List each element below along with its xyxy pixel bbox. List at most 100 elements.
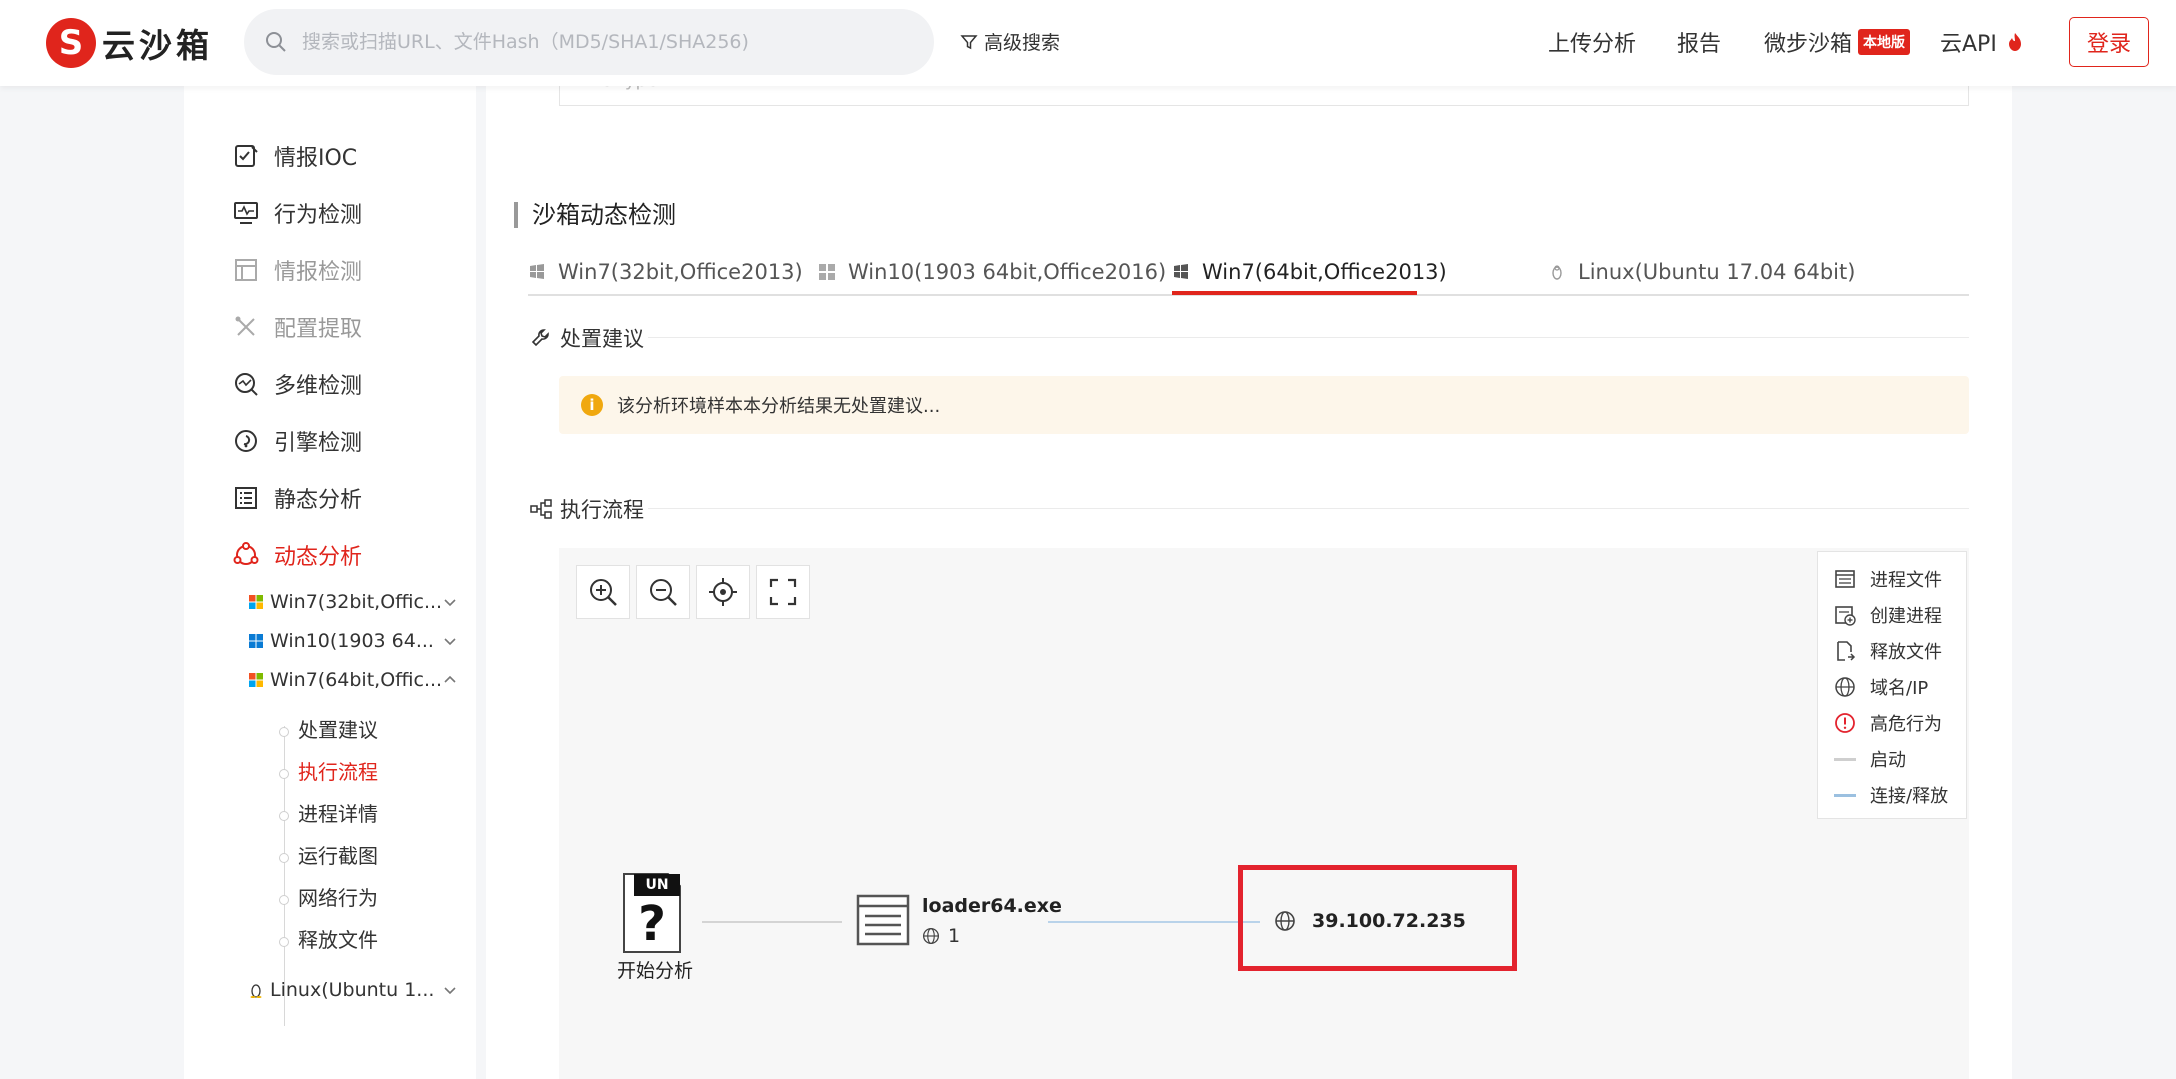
zoom-out-icon [650,579,677,606]
tree-dot [279,811,289,821]
legend-domain-ip: 域名/IP [1834,674,1928,700]
zoom-out-button[interactable] [636,565,690,619]
process-node-name[interactable]: loader64.exe [922,895,1062,917]
filter-icon [960,34,978,49]
sidebar-sub-screenshots[interactable]: 运行截图 [298,840,378,869]
legend-high-risk: 高危行为 [1834,710,1942,736]
sidebar-item-label: 情报检测 [274,260,363,285]
zoom-in-icon [590,579,617,606]
flame-icon [2008,33,2021,51]
legend-label: 释放文件 [1870,642,1942,663]
flow-heading: 执行流程 [530,494,644,524]
sidebar-sub-released-files[interactable]: 释放文件 [298,924,378,953]
top-header: S 云沙箱 高级搜索 上传分析 报告 微步沙箱 本地版 云API 登录 [0,0,2176,86]
tab-label: Win10(1903 64bit,Office2016) [848,260,1167,284]
advice-notice: i 该分析环境样本本分析结果无处置建议... [559,376,1969,434]
tab-win10[interactable]: Win10(1903 64bit,Office2016) [818,254,1166,290]
logo-mark: S [46,18,96,68]
advanced-search-label: 高级搜索 [984,32,1061,54]
legend-label: 创建进程 [1870,606,1942,627]
sidebar-item-label: 情报IOC [274,146,358,171]
nav-api-label: 云API [1940,32,1997,57]
logo-text: 云沙箱 [102,26,213,65]
windows10-icon [249,634,263,648]
flow-heading-label: 执行流程 [560,498,644,522]
chevron-down-icon [444,599,456,607]
tab-win7-32[interactable]: Win7(32bit,Office2013) [528,254,803,290]
tab-label: Win7(32bit,Office2013) [558,260,803,284]
network-count-value: 1 [948,925,961,947]
zoom-in-button[interactable] [576,565,630,619]
sidebar-env-win7-32[interactable]: Win7(32bit,Offic... [248,591,458,613]
center-button[interactable] [696,565,750,619]
sidebar-item-intel-ioc[interactable]: 情报IOC [232,138,357,174]
tree-dot [279,895,289,905]
sidebar-sub-network[interactable]: 网络行为 [298,882,378,911]
sidebar-item-config-extraction[interactable]: 配置提取 [232,309,362,345]
nav-upload[interactable]: 上传分析 [1548,26,1636,58]
nav-cloud-api[interactable]: 云API [1940,26,2025,58]
legend-label: 进程文件 [1870,570,1942,591]
globe-icon [922,927,940,945]
chevron-down-icon [444,987,456,995]
flow-canvas[interactable]: 进程文件 创建进程 释放文件 域名/IP 高危行为 启动 连接/释放 [559,548,1969,1079]
tab-linux[interactable]: Linux(Ubuntu 17.04 64bit) [1548,254,1855,290]
edge-connect [1048,921,1260,923]
alert-circle-icon [1834,712,1856,734]
advice-heading-label: 处置建议 [560,327,644,351]
sidebar-sub-exec-flow[interactable]: 执行流程 [298,756,378,785]
login-button[interactable]: 登录 [2069,17,2149,67]
section-title: 沙箱动态检测 [514,202,676,228]
tree-dot [279,727,289,737]
logo[interactable]: S 云沙箱 [46,18,213,68]
legend-label: 域名/IP [1870,678,1929,699]
globe-icon [1834,676,1856,698]
advanced-search-link[interactable]: 高级搜索 [960,28,1060,55]
linux-tux-icon [1552,265,1562,280]
env-label: Win10(1903 64... [270,630,434,652]
tab-label: Win7(64bit,Office2013) [1202,260,1447,284]
sidebar: 情报IOC 行为检测 情报检测 配置提取 多维检测 引擎检测 静态分析 动态分析… [184,86,476,1079]
legend-label: 连接/释放 [1870,786,1949,807]
sidebar-item-label: 配置提取 [274,317,363,342]
search-bar [244,9,934,75]
process-node-icon[interactable] [856,894,910,946]
sidebar-item-static-analysis[interactable]: 静态分析 [232,480,362,516]
sidebar-item-multi-detection[interactable]: 多维检测 [232,366,362,402]
windows10-icon [819,264,835,280]
nav-weibu-sandbox[interactable]: 微步沙箱 本地版 [1764,26,1911,58]
layout-icon [232,256,260,284]
sidebar-env-linux[interactable]: Linux(Ubuntu 1... [248,979,458,1001]
monitor-pulse-icon [232,199,260,227]
search-icon [266,32,286,52]
sidebar-env-win7-64[interactable]: Win7(64bit,Offic... [248,669,458,691]
process-file-icon [1834,568,1856,590]
start-node-label: 开始分析 [617,960,694,982]
advice-heading: 处置建议 [530,323,644,353]
connect-line-swatch [1834,784,1856,806]
list-icon [232,484,260,512]
sidebar-item-label: 引擎检测 [274,431,363,456]
unknown-badge: UN [634,874,680,896]
sidebar-env-win10[interactable]: Win10(1903 64... [248,630,458,652]
start-node-icon[interactable]: UN ? [622,872,682,954]
flow-legend: 进程文件 创建进程 释放文件 域名/IP 高危行为 启动 连接/释放 [1817,551,1967,819]
tab-label: Linux(Ubuntu 17.04 64bit) [1578,260,1856,284]
chevron-down-icon [444,638,456,646]
sidebar-item-intel-detection[interactable]: 情报检测 [232,252,362,288]
fullscreen-button[interactable] [756,565,810,619]
nav-report[interactable]: 报告 [1677,26,1721,58]
sidebar-sub-process-details[interactable]: 进程详情 [298,798,378,827]
tab-win7-64[interactable]: Win7(64bit,Office2013) [1172,254,1447,290]
legend-launch: 启动 [1834,746,1906,772]
divider [648,508,1969,509]
edge-launch [702,921,842,923]
sidebar-item-engine-detection[interactable]: 引擎检测 [232,423,362,459]
sidebar-sub-advice[interactable]: 处置建议 [298,714,378,743]
search-input[interactable] [302,31,902,53]
sidebar-item-dynamic-analysis[interactable]: 动态分析 [232,537,362,573]
release-file-icon [1834,640,1856,662]
sidebar-item-behavior-detection[interactable]: 行为检测 [232,195,362,231]
question-mark-icon: ? [638,896,666,952]
nav-weibu-label: 微步沙箱 [1764,32,1853,57]
